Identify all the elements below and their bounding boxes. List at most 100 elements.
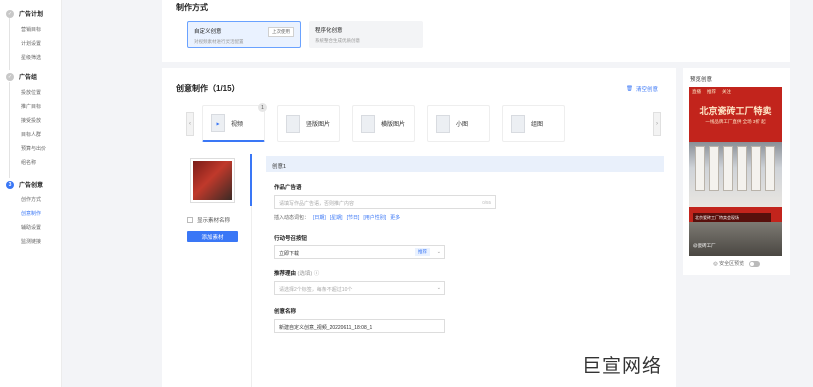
- chevron-right-icon: ›: [656, 121, 658, 127]
- phone-preview: 直播 推荐 关注 北京瓷砖工厂特卖 一线品牌工厂直供 全场 3折 起 北京瓷砖工…: [689, 87, 782, 256]
- section-title: 创意制作（1/15）: [176, 84, 240, 93]
- sidebar-group-creative[interactable]: 3 广告创意: [6, 180, 43, 189]
- video-thumbnail[interactable]: [190, 158, 235, 203]
- custom-creative-option[interactable]: 自定义创意 对视频素材进行灵活配置 上次使用: [187, 21, 301, 48]
- tile-rack: [723, 146, 733, 191]
- sidebar-item[interactable]: 目标人群: [21, 131, 41, 138]
- recommend-tag: 推荐: [415, 248, 430, 256]
- safe-area-toggle[interactable]: ◎ 安全区预览: [683, 260, 790, 267]
- tile-rack: [695, 146, 705, 191]
- image-icon: [286, 114, 300, 133]
- programmatic-creative-option[interactable]: 程序化创意 系统整合生成优质创意: [309, 21, 423, 48]
- preview-headline: 北京瓷砖工厂特卖: [699, 106, 772, 116]
- cta-select[interactable]: 立即下载 推荐 ⌄: [274, 245, 445, 259]
- word-link[interactable]: [用户性别]: [363, 215, 386, 221]
- toggle-label: 安全区预览: [719, 261, 745, 267]
- ad-copy-input[interactable]: 请填写作品广告语，否则推广内容 0/55: [274, 195, 496, 209]
- sidebar-item[interactable]: 创作方式: [21, 196, 41, 203]
- sidebar-item-active[interactable]: 创意制作: [21, 210, 41, 217]
- toggle-switch[interactable]: [748, 260, 760, 267]
- material-list: 显示素材名称 添加素材: [184, 154, 252, 387]
- char-count: 0/55: [482, 200, 491, 205]
- scroll-right-button[interactable]: ›: [653, 112, 661, 136]
- more-link[interactable]: 更多: [390, 215, 400, 221]
- image-icon: [511, 114, 525, 133]
- dynamic-words: 插入动态词包： [日期] [星期] [节日] [用户性别] 更多: [274, 214, 400, 221]
- nav-item: 直播: [692, 89, 701, 94]
- sidebar-item[interactable]: 计划设置: [21, 40, 41, 47]
- preview-subline: 一线品牌工厂直供 全场 3折 起: [705, 119, 766, 124]
- option-desc: 对视频素材进行灵活配置: [194, 39, 244, 44]
- word-link[interactable]: [节日]: [347, 215, 360, 221]
- preview-footer: @瓷砖工厂: [689, 222, 782, 256]
- step-number: 3: [6, 180, 14, 189]
- cta-label: 行动号召按钮: [274, 236, 308, 242]
- add-material-button[interactable]: 添加素材: [187, 231, 238, 242]
- tile-rack: [709, 146, 719, 191]
- tab-video[interactable]: ▶ 视频 1: [202, 103, 267, 142]
- sidebar-item[interactable]: 组名称: [21, 159, 36, 166]
- section-title: 制作方式: [176, 3, 208, 12]
- show-name-checkbox[interactable]: 显示素材名称: [187, 216, 230, 224]
- tile-rack: [737, 146, 747, 191]
- checkbox-box[interactable]: [187, 217, 193, 223]
- step-line: [9, 18, 10, 70]
- clear-label: 清空创意: [635, 87, 658, 93]
- option-desc: 系统整合生成优质创意: [315, 38, 360, 43]
- check-icon: ✓: [6, 72, 14, 81]
- creative-item-header: 创意1: [266, 156, 664, 172]
- chevron-down-icon: ⌄: [436, 285, 441, 291]
- sidebar-item[interactable]: 接受投放: [21, 117, 41, 124]
- tile-rack: [751, 146, 761, 191]
- word-link[interactable]: [星期]: [330, 215, 343, 221]
- reason-select[interactable]: 请选择2个标签，每条不超过10个 ⌄: [274, 281, 445, 295]
- sidebar: ✓ 广告计划 营销目标 计划设置 星级筛选 ✓ 广告组 投放位置 推广目标 接受…: [0, 0, 62, 387]
- preview-nav: 直播 推荐 关注: [689, 87, 782, 97]
- tab-group-image[interactable]: 组图: [502, 105, 565, 142]
- sidebar-item[interactable]: 推广目标: [21, 103, 41, 110]
- showroom-image: [689, 142, 782, 207]
- nav-item: 推荐: [707, 89, 716, 94]
- word-link[interactable]: [日期]: [313, 215, 326, 221]
- method-card: 制作方式 自定义创意 对视频素材进行灵活配置 上次使用 程序化创意 系统整合生成…: [162, 0, 790, 62]
- reason-label: 推荐理由 (选填) ⓘ: [274, 269, 319, 277]
- sidebar-group-adgroup[interactable]: ✓ 广告组: [6, 72, 37, 81]
- chevron-left-icon: ‹: [189, 121, 191, 127]
- input-value: 新建自定义创意_视频_20220611_18:08_1: [279, 325, 373, 331]
- nav-item: 关注: [722, 89, 731, 94]
- tab-small-image[interactable]: 小图: [427, 105, 490, 142]
- tab-label: 横版图片: [381, 122, 406, 128]
- video-icon: ▶: [211, 114, 225, 132]
- sidebar-item[interactable]: 预算与出价: [21, 145, 46, 152]
- sidebar-group-title: 广告创意: [19, 183, 44, 189]
- trash-icon: 🗑: [626, 86, 633, 92]
- material-type-tabs: ▶ 视频 1 竖版图片 横版图片 小图 组图: [202, 103, 565, 142]
- sidebar-item[interactable]: 星级筛选: [21, 54, 41, 61]
- check-icon: ✓: [6, 9, 14, 18]
- tab-vertical-image[interactable]: 竖版图片: [277, 105, 340, 142]
- selection-indicator: [250, 154, 252, 206]
- shield-icon: ◎: [713, 261, 718, 267]
- input-placeholder: 请选择2个标签，每条不超过10个: [279, 287, 353, 293]
- label-text: 推荐理由: [274, 271, 297, 277]
- last-used-tag: 上次使用: [268, 27, 294, 37]
- preview-title: 预览创意: [690, 77, 713, 83]
- tab-label: 组图: [531, 122, 544, 128]
- creative-name-input[interactable]: 新建自定义创意_视频_20220611_18:08_1: [274, 319, 445, 333]
- tab-label: 视频: [231, 121, 244, 128]
- scroll-left-button[interactable]: ‹: [186, 112, 194, 136]
- clear-creative-button[interactable]: 🗑 清空创意: [626, 85, 658, 93]
- sidebar-item[interactable]: 监测链接: [21, 238, 41, 245]
- help-icon[interactable]: ⓘ: [314, 271, 320, 277]
- sidebar-item[interactable]: 投放位置: [21, 89, 41, 96]
- preview-caption: 北京瓷砖工厂特卖会现场: [693, 213, 771, 222]
- optional-hint: (选填): [297, 271, 313, 277]
- input-placeholder: 请填写作品广告语，否则推广内容: [279, 201, 355, 207]
- sidebar-group-plan[interactable]: ✓ 广告计划: [6, 9, 43, 18]
- checkbox-label: 显示素材名称: [197, 218, 231, 224]
- author-handle: @瓷砖工厂: [693, 243, 716, 248]
- tab-horizontal-image[interactable]: 横版图片: [352, 105, 415, 142]
- sidebar-item[interactable]: 营销目标: [21, 26, 41, 33]
- insert-label: 插入动态词包：: [274, 215, 310, 221]
- sidebar-item[interactable]: 辅助设置: [21, 224, 41, 231]
